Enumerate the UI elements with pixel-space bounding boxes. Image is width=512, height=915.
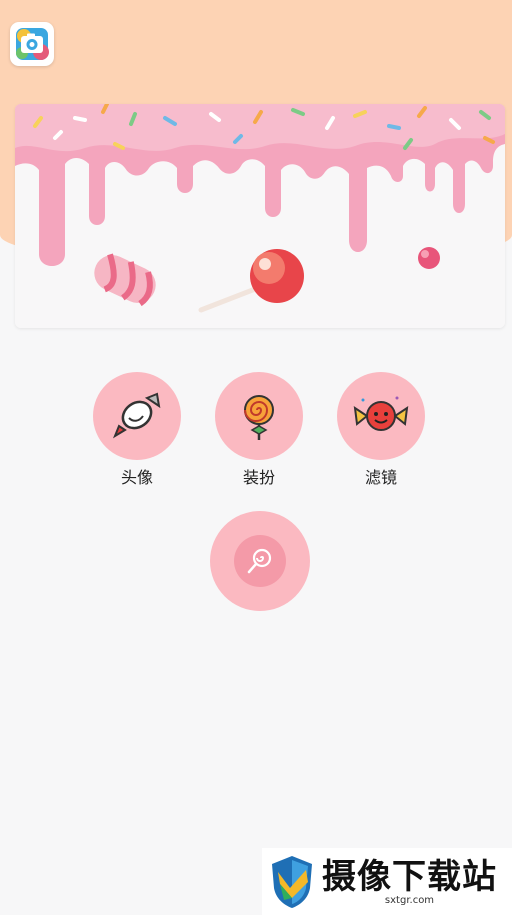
menu-label: 头像: [120, 468, 153, 487]
watermark-text: 摄像下载站 sxtgr.com: [322, 857, 497, 906]
dressup-button[interactable]: [215, 372, 303, 460]
menu-label: 滤镜: [364, 468, 397, 487]
shield-logo-icon: [272, 855, 312, 908]
filter-button[interactable]: [337, 372, 425, 460]
menu-label: 装扮: [242, 468, 275, 487]
lollipop-swirl-icon: [247, 548, 272, 574]
avatar-button[interactable]: [93, 372, 181, 460]
camera-app-icon: [16, 28, 49, 60]
watermark-title: 摄像下载站: [322, 857, 497, 897]
wrapped-candy-icon: [112, 392, 161, 439]
main-action-button[interactable]: [210, 511, 310, 611]
watermark: 摄像下载站 sxtgr.com: [262, 848, 512, 915]
app-logo[interactable]: [10, 22, 54, 66]
candy-face-icon: [353, 396, 409, 431]
menu-dressup[interactable]: 装扮: [214, 372, 304, 488]
lollipop-icon: [244, 395, 274, 440]
menu-filter[interactable]: 滤镜: [336, 372, 426, 488]
main-action-inner: [234, 535, 286, 587]
dripping-candy-icing-banner: [15, 104, 505, 328]
menu-avatar[interactable]: 头像: [92, 372, 182, 488]
banner[interactable]: [15, 104, 505, 328]
